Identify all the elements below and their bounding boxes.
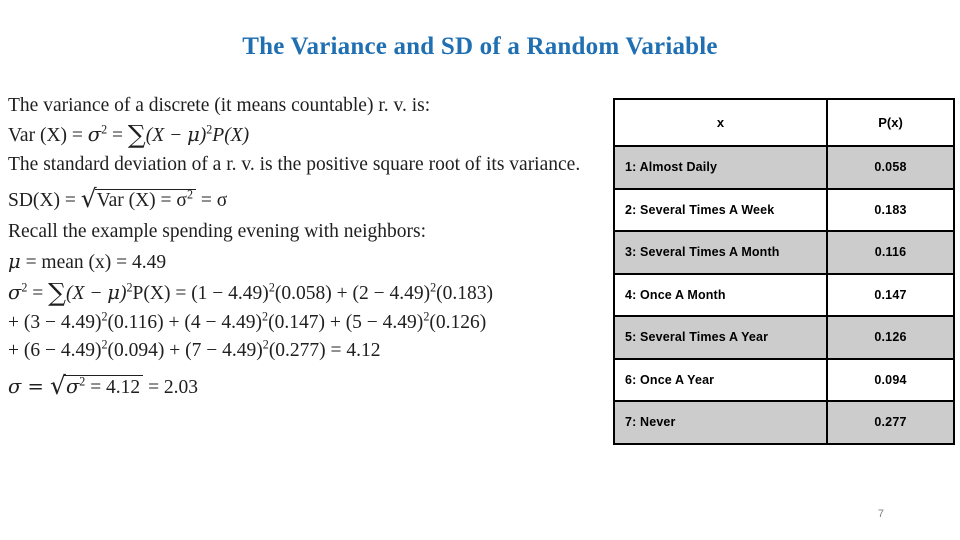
sigma-symbol: σ [87, 122, 102, 146]
exponent-two: 2 [186, 187, 193, 201]
sigma-symbol: σ [8, 281, 22, 305]
table-cell-x: 5: Several Times A Year [613, 315, 828, 360]
mu-symbol: μ [8, 249, 21, 273]
table-body: 1: Almost Daily 0.058 2: Several Times A W… [613, 145, 955, 445]
square-root-icon: √Var (X) = σ2 [80, 183, 196, 213]
sigma2-term-6: (0.126) [429, 311, 487, 333]
sigma2-term-0: P(X) = (1 − 4.49) [132, 283, 269, 305]
variance-intro-line: The variance of a discrete (it means cou… [8, 96, 608, 116]
sd-formula-line: SD(X) = √Var (X) = σ2 = σ [8, 186, 608, 211]
table-header: x P(x) [613, 98, 955, 147]
table-row: 5: Several Times A Year 0.126 [613, 315, 955, 360]
summation-icon: ∑ [48, 278, 66, 308]
table-cell-px: 0.116 [826, 230, 955, 275]
sigma2-term-7: + (6 − 4.49) [8, 340, 102, 362]
sigma2-term-2: (0.183) [436, 283, 494, 305]
summation-icon: ∑ [127, 119, 146, 149]
table-header-row: x P(x) [613, 98, 955, 147]
var-lhs: Var (X) = [8, 124, 88, 146]
math-content-block: The variance of a discrete (it means cou… [8, 96, 608, 398]
table-cell-x: 1: Almost Daily [613, 145, 828, 190]
table-row: 3: Several Times A Month 0.116 [613, 230, 955, 275]
sigma2-term-5: (0.147) + (5 − 4.49) [268, 311, 424, 333]
recall-text: Recall the example spending evening with… [8, 221, 427, 243]
mean-line: μ = mean (x) = 4.49 [8, 252, 608, 273]
sd-final-radicand-tail: = 4.12 [85, 376, 141, 398]
radical-glyph: √ [80, 183, 97, 213]
var-open: (X − [145, 124, 188, 146]
sd-lhs: SD(X) = [8, 189, 81, 211]
sd-final-result: = 2.03 [143, 376, 199, 398]
sigma2-open: (X − [65, 283, 108, 305]
mu-symbol: μ [187, 122, 200, 146]
probability-distribution-table: x P(x) 1: Almost Daily 0.058 2: Several Ti… [613, 98, 955, 445]
sigma2-equals: = [27, 283, 49, 305]
recall-line: Recall the example spending evening with… [8, 222, 608, 242]
column-header-x: x [613, 98, 828, 147]
table-cell-x: 2: Several Times A Week [613, 187, 828, 232]
var-px: P(X) [212, 124, 250, 146]
sigma-squared-line-2: + (3 − 4.49)2(0.116) + (4 − 4.49)2(0.147… [8, 310, 608, 333]
table-row: 7: Never 0.277 [613, 400, 955, 445]
table-cell-px: 0.147 [826, 272, 955, 317]
table-cell-px: 0.058 [826, 145, 955, 190]
sd-final-line: σ = √σ2 = 4.12 = 2.03 [8, 373, 608, 398]
sigma2-term-9: (0.277) = 4.12 [268, 340, 381, 362]
table-row: 1: Almost Daily 0.058 [613, 145, 955, 190]
sigma2-term-8: (0.094) + (7 − 4.49) [107, 340, 263, 362]
sd-final-radicand: σ2 = 4.12 [63, 374, 144, 398]
square-root-icon: √σ2 = 4.12 [50, 370, 144, 400]
sigma-squared-line-3: + (6 − 4.49)2(0.094) + (7 − 4.49)2(0.277… [8, 339, 608, 362]
table-cell-x: 7: Never [613, 400, 828, 445]
table-row: 6: Once A Year 0.094 [613, 357, 955, 402]
sigma-symbol: σ [65, 374, 80, 398]
mu-symbol: μ [107, 281, 120, 305]
table-cell-px: 0.094 [826, 357, 955, 402]
sigma2-term-3: + (3 − 4.49) [8, 311, 102, 333]
sd-intro-text: The standard deviation of a r. v. is the… [8, 154, 581, 175]
variance-formula-line: Var (X) = σ2 = ∑(X − μ)2P(X) [8, 122, 608, 147]
sd-intro-line: The standard deviation of a r. v. is the… [8, 155, 608, 175]
table-cell-x: 4: Once A Month [613, 272, 828, 317]
sd-radicand-text: Var (X) = σ [96, 189, 187, 211]
mean-text: = mean (x) = 4.49 [20, 251, 167, 273]
sigma2-term-4: (0.116) + (4 − 4.49) [107, 311, 263, 333]
table-cell-px: 0.126 [826, 315, 955, 360]
page-title: The Variance and SD of a Random Variable [242, 33, 718, 60]
variance-intro-text: The variance of a discrete (it means cou… [8, 95, 431, 116]
radical-glyph: √ [50, 370, 66, 400]
table-cell-x: 3: Several Times A Month [613, 230, 828, 275]
sigma-symbol: σ = [8, 374, 51, 398]
sigma2-term-1: (0.058) + (2 − 4.49) [274, 283, 431, 305]
column-header-px: P(x) [826, 98, 955, 147]
table-row: 2: Several Times A Week 0.183 [613, 187, 955, 232]
page-number: 7 [877, 508, 884, 520]
table-cell-x: 6: Once A Year [613, 357, 828, 402]
sd-result: = σ [195, 189, 228, 211]
table-cell-px: 0.183 [826, 187, 955, 232]
var-equals: = [107, 124, 128, 146]
table-row: 4: Once A Month 0.147 [613, 272, 955, 317]
table-cell-px: 0.277 [826, 400, 955, 445]
sd-radicand: Var (X) = σ2 [94, 187, 196, 211]
sigma-squared-line-1: σ2 = ∑(X − μ)2P(X) = (1 − 4.49)2(0.058) … [8, 280, 608, 305]
